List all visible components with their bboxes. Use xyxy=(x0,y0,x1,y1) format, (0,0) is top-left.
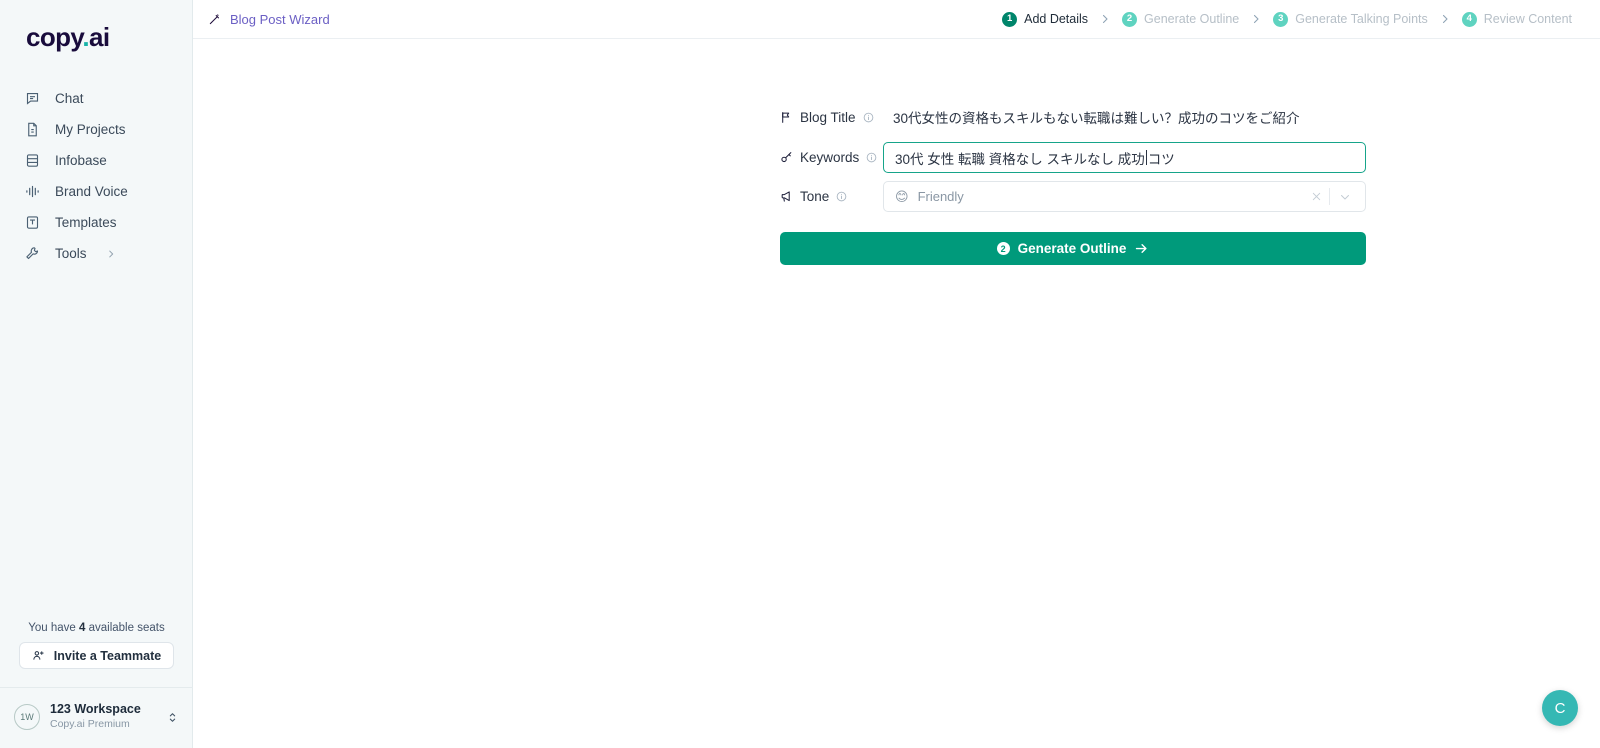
blog-wizard-form: Blog Title 30代女性の資格もスキルもない転職は難しい？成功のコツをご… xyxy=(780,100,1366,265)
field-label-text: Tone xyxy=(800,189,830,204)
tone-select[interactable]: 😊 Friendly xyxy=(883,181,1366,212)
sidebar-nav: Chat My Projects Infobase Brand Voice Te… xyxy=(0,83,192,269)
step-generate-talking-points[interactable]: 3 Generate Talking Points xyxy=(1273,11,1428,27)
smiley-emoji-icon: 😊 xyxy=(895,189,909,204)
text-caret xyxy=(1145,150,1147,165)
seats-suffix: available seats xyxy=(85,622,165,635)
workspace-info: 123 Workspace Copy.ai Premium xyxy=(50,702,156,732)
tone-label: Tone xyxy=(780,189,883,204)
generate-outline-button[interactable]: 2 Generate Outline xyxy=(780,232,1366,265)
sidebar-item-my-projects[interactable]: My Projects xyxy=(0,114,192,145)
sidebar-item-label: Templates xyxy=(55,214,117,230)
sidebar-item-label: Brand Voice xyxy=(55,183,128,199)
flag-icon xyxy=(780,111,793,124)
wizard-steps: 1 Add Details 2 Generate Outline 3 Gener… xyxy=(1002,11,1572,27)
keywords-value-after-caret: コツ xyxy=(1147,151,1175,167)
invite-teammate-label: Invite a Teammate xyxy=(53,648,162,663)
invite-teammate-button[interactable]: Invite a Teammate xyxy=(19,642,174,670)
sidebar-item-label: My Projects xyxy=(55,121,126,137)
logo-main: copy xyxy=(26,22,83,52)
tone-selected-value: Friendly xyxy=(917,189,964,204)
sidebar-item-chat[interactable]: Chat xyxy=(0,83,192,114)
available-seats-text: You have 4 available seats xyxy=(0,622,193,642)
avatar: 1W xyxy=(14,704,40,731)
step-number-badge: 1 xyxy=(1002,11,1018,27)
step-number-badge: 4 xyxy=(1461,11,1477,27)
content-area: Blog Title 30代女性の資格もスキルもない転職は難しい？成功のコツをご… xyxy=(193,39,1600,748)
logo-dot: . xyxy=(82,22,89,52)
database-icon xyxy=(24,152,41,169)
megaphone-icon xyxy=(780,190,793,203)
keywords-value-before-caret: 30代 女性 転職 資格なし スキルなし 成功 xyxy=(895,151,1145,167)
sidebar: copy.ai Chat My Projects Infobase Brand … xyxy=(0,0,193,748)
sidebar-item-tools[interactable]: Tools xyxy=(0,238,192,269)
workspace-switcher[interactable]: 1W 123 Workspace Copy.ai Premium xyxy=(0,687,193,748)
sidebar-item-label: Infobase xyxy=(55,152,107,168)
logo[interactable]: copy.ai xyxy=(0,0,192,53)
sidebar-item-label: Chat xyxy=(55,90,84,106)
logo-text: copy.ai xyxy=(26,22,192,53)
field-row-blog-title: Blog Title 30代女性の資格もスキルもない転職は難しい？成功のコツをご… xyxy=(780,100,1366,134)
step-number-badge: 3 xyxy=(1273,11,1289,27)
step-label: Generate Outline xyxy=(1144,12,1240,26)
chevron-down-icon[interactable] xyxy=(1330,191,1357,203)
chevron-up-down-icon[interactable] xyxy=(166,711,179,724)
wizard-title[interactable]: Blog Post Wizard xyxy=(208,12,330,27)
wizard-title-label: Blog Post Wizard xyxy=(230,11,330,27)
document-icon xyxy=(24,121,41,138)
workspace-plan: Copy.ai Premium xyxy=(50,718,130,731)
step-number-badge: 2 xyxy=(1122,11,1138,27)
info-icon[interactable] xyxy=(863,112,874,123)
user-plus-icon xyxy=(32,649,45,662)
sidebar-item-brand-voice[interactable]: Brand Voice xyxy=(0,176,192,207)
step-review-content[interactable]: 4 Review Content xyxy=(1461,11,1572,27)
app-root: copy.ai Chat My Projects Infobase Brand … xyxy=(0,0,1600,748)
step-add-details[interactable]: 1 Add Details xyxy=(1002,11,1089,27)
key-icon xyxy=(780,151,793,164)
keywords-input[interactable]: 30代 女性 転職 資格なし スキルなし 成功 コツ xyxy=(883,142,1366,173)
step-label: Review Content xyxy=(1483,12,1572,26)
sidebar-item-label: Tools xyxy=(55,245,87,261)
chevron-right-icon xyxy=(1250,13,1262,25)
sidebar-item-templates[interactable]: Templates xyxy=(0,207,192,238)
sidebar-footer: You have 4 available seats Invite a Team… xyxy=(0,622,193,748)
blog-title-label: Blog Title xyxy=(780,110,883,125)
logo-suffix: ai xyxy=(88,22,110,52)
waveform-icon xyxy=(24,183,41,200)
info-icon[interactable] xyxy=(836,191,847,202)
arrow-right-icon xyxy=(1134,241,1149,256)
topbar: Blog Post Wizard 1 Add Details 2 Generat… xyxy=(193,0,1600,39)
main-content: Blog Post Wizard 1 Add Details 2 Generat… xyxy=(193,0,1600,748)
blog-title-value: 30代女性の資格もスキルもない転職は難しい？成功のコツをご紹介 xyxy=(893,111,1300,126)
chevron-right-icon xyxy=(106,249,116,259)
chevron-right-icon xyxy=(1099,13,1111,25)
field-row-keywords: Keywords 30代 女性 転職 資格なし スキルなし 成功 コツ xyxy=(780,142,1366,173)
template-icon xyxy=(24,214,41,231)
fab-label: C xyxy=(1554,699,1566,717)
step-number-badge: 2 xyxy=(996,242,1010,255)
field-label-text: Blog Title xyxy=(800,109,856,125)
generate-outline-label: Generate Outline xyxy=(1017,241,1127,256)
keywords-label: Keywords xyxy=(780,150,883,165)
magic-wand-icon xyxy=(208,12,222,26)
step-label: Add Details xyxy=(1024,12,1089,26)
clear-icon[interactable] xyxy=(1304,191,1329,202)
help-chat-fab-button[interactable]: C xyxy=(1542,690,1578,726)
step-label: Generate Talking Points xyxy=(1295,12,1428,26)
field-label-text: Keywords xyxy=(800,150,860,165)
workspace-name: 123 Workspace xyxy=(50,702,141,717)
chat-bubble-icon xyxy=(24,90,41,107)
wrench-icon xyxy=(24,245,41,262)
chevron-right-icon xyxy=(1439,13,1451,25)
info-icon[interactable] xyxy=(866,152,877,163)
step-generate-outline[interactable]: 2 Generate Outline xyxy=(1122,11,1240,27)
sidebar-item-infobase[interactable]: Infobase xyxy=(0,145,192,176)
field-row-tone: Tone 😊 Friendly xyxy=(780,181,1366,212)
seats-prefix: You have xyxy=(28,622,80,635)
